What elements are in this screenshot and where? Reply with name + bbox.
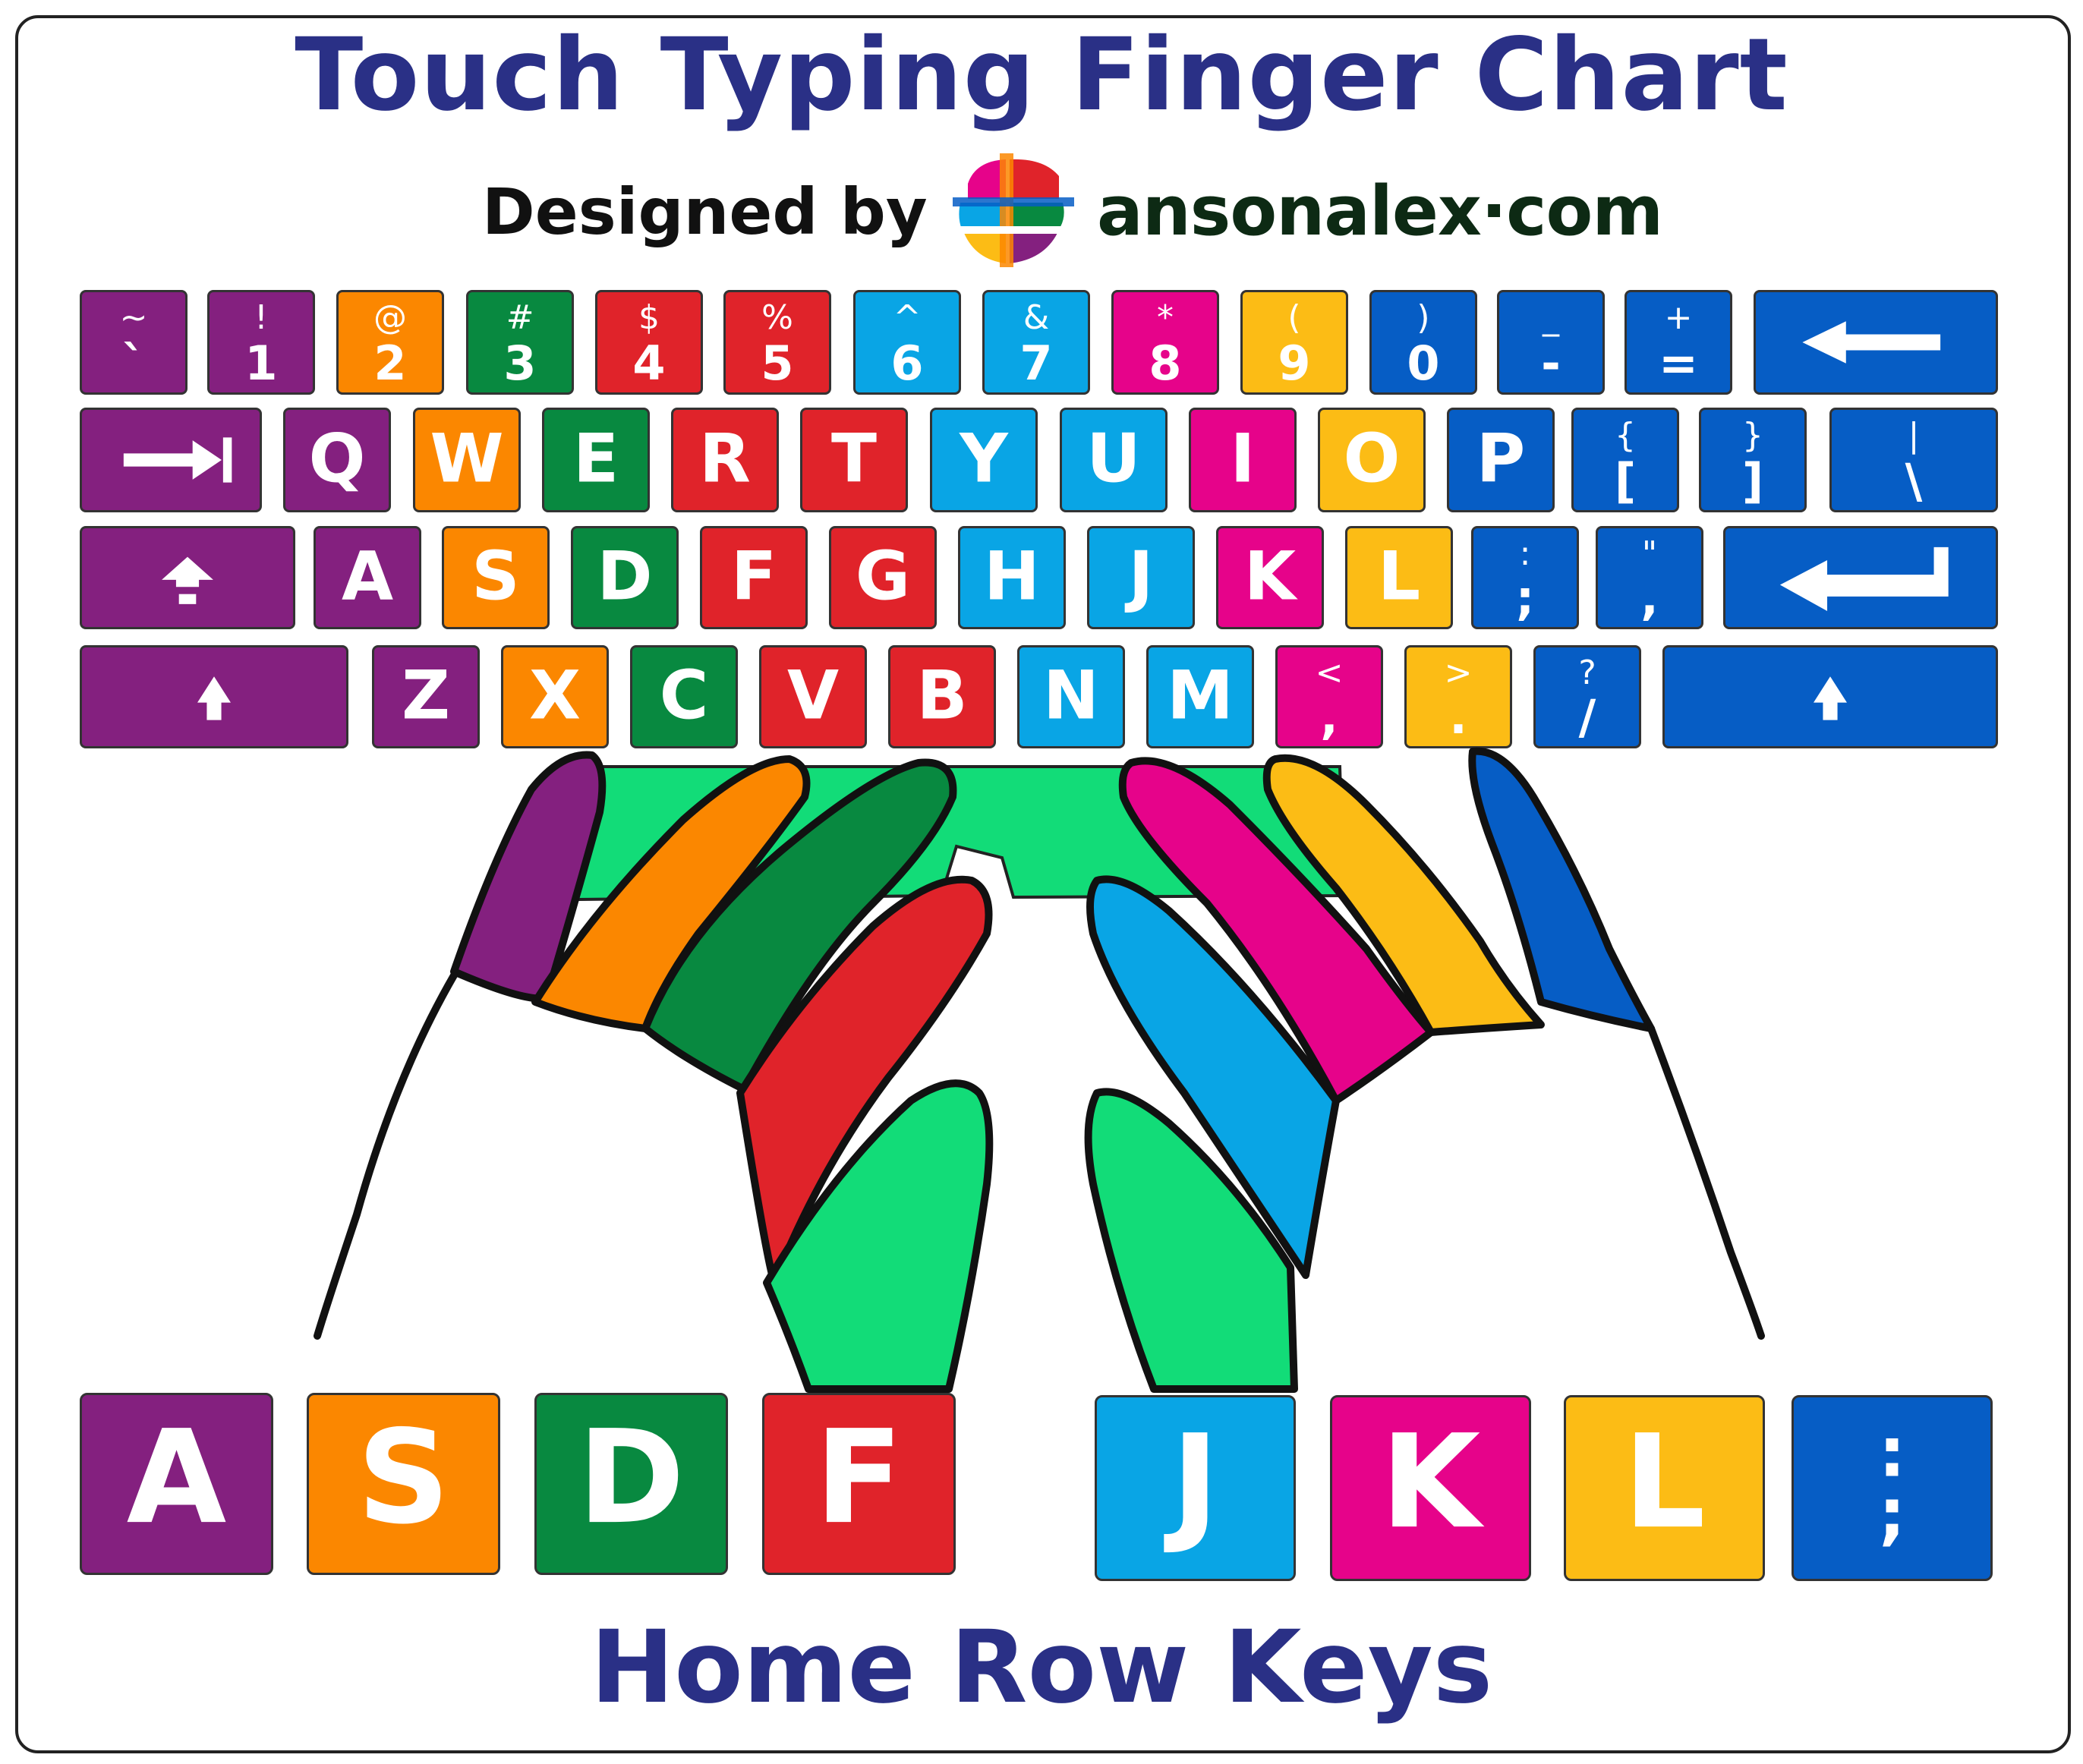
home-key-label: K bbox=[1380, 1406, 1481, 1558]
home-key-s: S bbox=[307, 1393, 500, 1575]
home-key-label: D bbox=[577, 1403, 685, 1554]
home-key-k: K bbox=[1330, 1395, 1531, 1581]
home-key-label: S bbox=[357, 1403, 450, 1554]
home-key-label: A bbox=[126, 1403, 227, 1554]
home-key-a: A bbox=[80, 1393, 273, 1575]
home-key-label: F bbox=[815, 1403, 903, 1554]
home-key-label: : ; bbox=[1878, 1413, 1906, 1554]
home-key-label: L bbox=[1623, 1406, 1706, 1558]
right-palm-outline bbox=[1647, 1025, 1765, 1340]
home-key-f: F bbox=[762, 1393, 956, 1575]
footer-title: Home Row Keys bbox=[590, 1609, 1493, 1726]
home-key-l: L bbox=[1564, 1395, 1765, 1581]
home-key-j: J bbox=[1095, 1395, 1296, 1581]
home-key-label: J bbox=[1171, 1406, 1220, 1558]
left-palm-outline bbox=[314, 972, 458, 1340]
home-key-semicolon: : ; bbox=[1792, 1395, 1993, 1581]
home-key-d: D bbox=[534, 1393, 728, 1575]
